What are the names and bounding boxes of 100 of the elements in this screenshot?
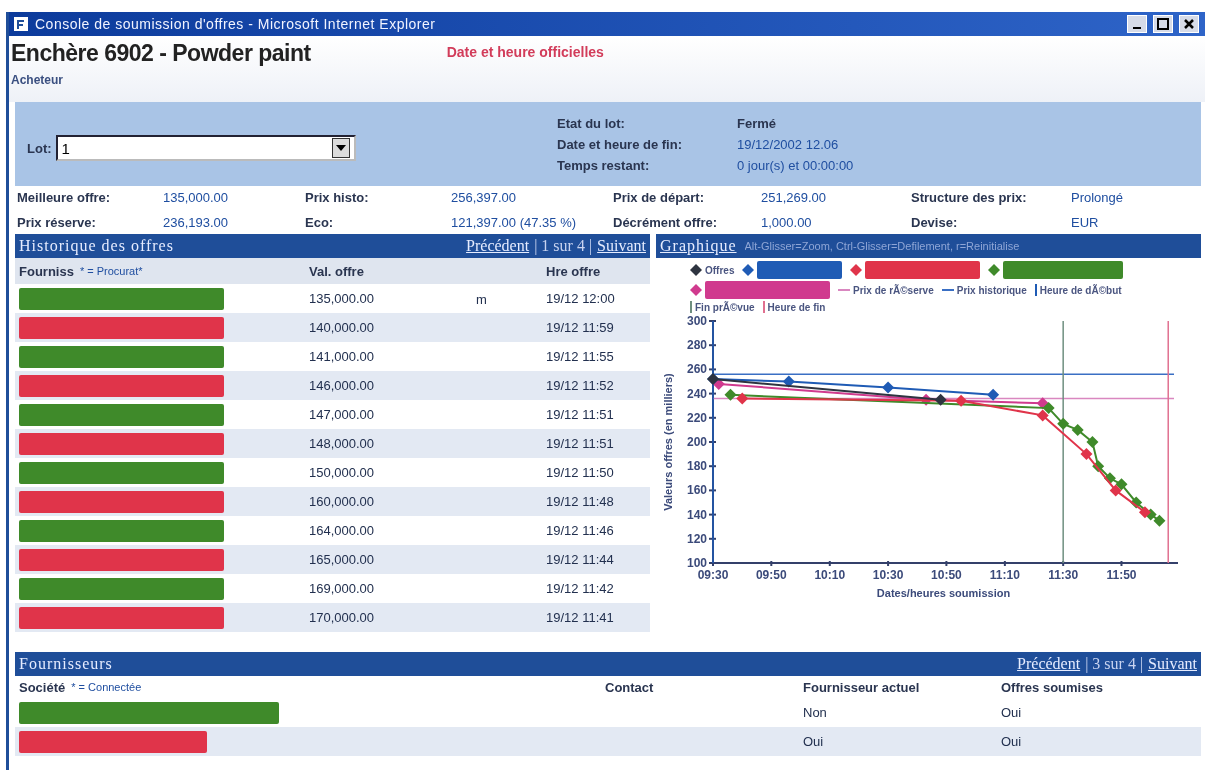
table-cell-text: 147,000.00 [309, 407, 376, 422]
stat-label: Meilleure offre: [17, 190, 112, 207]
page-title: Enchère 6902 - Powder paint [11, 40, 311, 67]
axis-tick-label: 100 [686, 556, 707, 570]
table-cell-text: 169,000.00 [309, 581, 376, 596]
axis-title: Dates/heures soumission [876, 587, 1011, 599]
table-cell-text: 19/12 11:44 [546, 552, 615, 567]
axis-tick-label: 260 [686, 362, 707, 377]
column-header: Société [19, 679, 66, 695]
axis-tick-label: 09:50 [755, 568, 787, 582]
status-value: 19/12/2002 12.06 [737, 136, 840, 152]
table-cell-text: 170,000.00 [309, 610, 376, 625]
graph-hint: Alt-Glisser=Zoom, Ctrl-Glisser=Defilement, r=Reinitialise [744, 240, 1020, 252]
table-cell: m [476, 291, 487, 307]
stat-label: Eco: [305, 215, 335, 232]
axis-tick-label: 11:50 [1106, 568, 1137, 582]
status-value: Fermé [737, 115, 778, 131]
stat-label: Prix de départ: [613, 190, 706, 207]
status-label: Etat du lot: [557, 115, 626, 131]
legend-label: Fin prÃ©vue [695, 301, 755, 313]
legend-label: Heure de fin [767, 301, 826, 313]
axis-tick-label: 220 [686, 410, 707, 425]
table-cell-text: 148,000.00 [309, 436, 376, 451]
table-cell-text: 135,000.00 [309, 291, 376, 306]
table-cell-text: 19/12 11:41 [546, 610, 615, 625]
stat-label: Structure des prix: [911, 190, 1028, 207]
table-cell-text: Oui [803, 734, 825, 749]
stat-value: Prolongé [1071, 190, 1125, 207]
stat-value: 251,269.00 [761, 190, 828, 207]
axis-title: Valeurs offres (en milliers) [662, 373, 674, 511]
stat-label: Devise: [911, 215, 959, 232]
stat-label: Décrément offre: [613, 215, 719, 232]
stat-value: EUR [1071, 215, 1100, 232]
axis-tick-label: 280 [686, 338, 707, 353]
axis-tick-label: 11:30 [1048, 568, 1079, 582]
stat-value: 256,397.00 [451, 190, 518, 207]
column-header: Offres soumises [1001, 679, 1103, 695]
legend-label: Prix historique [956, 284, 1027, 296]
axis-tick-label: 10:30 [872, 568, 904, 582]
status-label: Date et heure de fin: [557, 136, 683, 152]
stat-value: 121,397.00 (47.35 %) [451, 215, 578, 232]
status-value: 0 jour(s) et 00:00:00 [737, 157, 854, 173]
next-link[interactable]: Suivant [1148, 655, 1197, 673]
table-cell-text: Oui [1001, 705, 1023, 720]
table-cell-text: 165,000.00 [309, 552, 376, 567]
table-cell-text: 164,000.00 [309, 523, 376, 538]
table-cell-text: 19/12 11:48 [546, 494, 615, 509]
column-note: * = Connectée [71, 681, 142, 693]
table-cell-text: 19/12 11:59 [546, 320, 615, 335]
page-indicator: | 3 sur 4 | [1085, 655, 1144, 673]
axis-tick-label: 200 [686, 435, 707, 449]
role-label: Acheteur [11, 73, 64, 87]
panel-title: Graphique [660, 237, 737, 255]
table-cell-text: 19/12 11:46 [546, 523, 615, 538]
panel-title: Fournisseurs [19, 655, 113, 673]
page-indicator: | 1 sur 4 | [534, 237, 593, 255]
table-cell-text: 19/12 11:51 [546, 407, 615, 422]
column-note: * = Procurat* [79, 265, 143, 277]
lot-select[interactable]: 1 [55, 135, 356, 161]
axis-tick-label: 160 [686, 483, 707, 498]
panel-title: Historique des offres [19, 237, 174, 255]
axis-tick-label: 09:30 [697, 568, 729, 582]
axis-tick-label: 11:10 [989, 568, 1020, 582]
stat-label: Prix réserve: [17, 215, 97, 232]
table-cell-text: 150,000.00 [309, 465, 376, 480]
table-cell-text: 19/12 11:51 [546, 436, 615, 451]
column-header: Contact [605, 679, 654, 695]
table-cell-text: Non [803, 705, 828, 720]
axis-tick-label: 140 [686, 507, 707, 522]
axis-tick-label: 120 [686, 531, 707, 546]
previous-link[interactable]: Précédent [1017, 655, 1081, 673]
axis-tick-label: 300 [686, 314, 707, 328]
stat-value: 135,000.00 [163, 190, 230, 207]
table-cell-text: 141,000.00 [309, 349, 376, 364]
official-time-label: Date et heure officielles [446, 44, 604, 60]
legend-label: Offres [705, 264, 735, 276]
table-cell-text: 146,000.00 [309, 378, 376, 393]
lot-label: Lot: [27, 140, 52, 156]
table-cell-text: 19/12 12:00 [546, 291, 616, 306]
table-cell-text: Oui [1001, 734, 1023, 749]
previous-link[interactable]: Précédent [466, 237, 530, 255]
table-cell-text: 160,000.00 [309, 494, 376, 509]
table-cell-text: 19/12 11:50 [546, 465, 615, 480]
legend-label: Heure de dÃ©but [1039, 284, 1122, 296]
column-header: Fourniss [19, 263, 74, 279]
legend-label: Prix de rÃ©serve [853, 284, 934, 296]
axis-tick-label: 180 [686, 459, 707, 474]
column-header: Val. offre [309, 263, 364, 279]
window-title: Console de soumission d'offres - Microsoft Internet Explorer [35, 16, 437, 32]
next-link[interactable]: Suivant [597, 237, 646, 255]
column-header: Fournisseur actuel [803, 679, 920, 695]
stat-value: 236,193.00 [163, 215, 230, 232]
table-cell-text: 140,000.00 [309, 320, 376, 335]
axis-tick-label: 10:10 [814, 568, 846, 582]
stat-label: Prix histo: [305, 190, 370, 207]
axis-tick-label: 240 [686, 386, 707, 401]
table-cell-text: 19/12 11:42 [546, 581, 615, 596]
column-header: Hre offre [546, 263, 601, 279]
axis-tick-label: 10:50 [931, 568, 962, 582]
table-cell-text: 19/12 11:55 [546, 349, 615, 364]
